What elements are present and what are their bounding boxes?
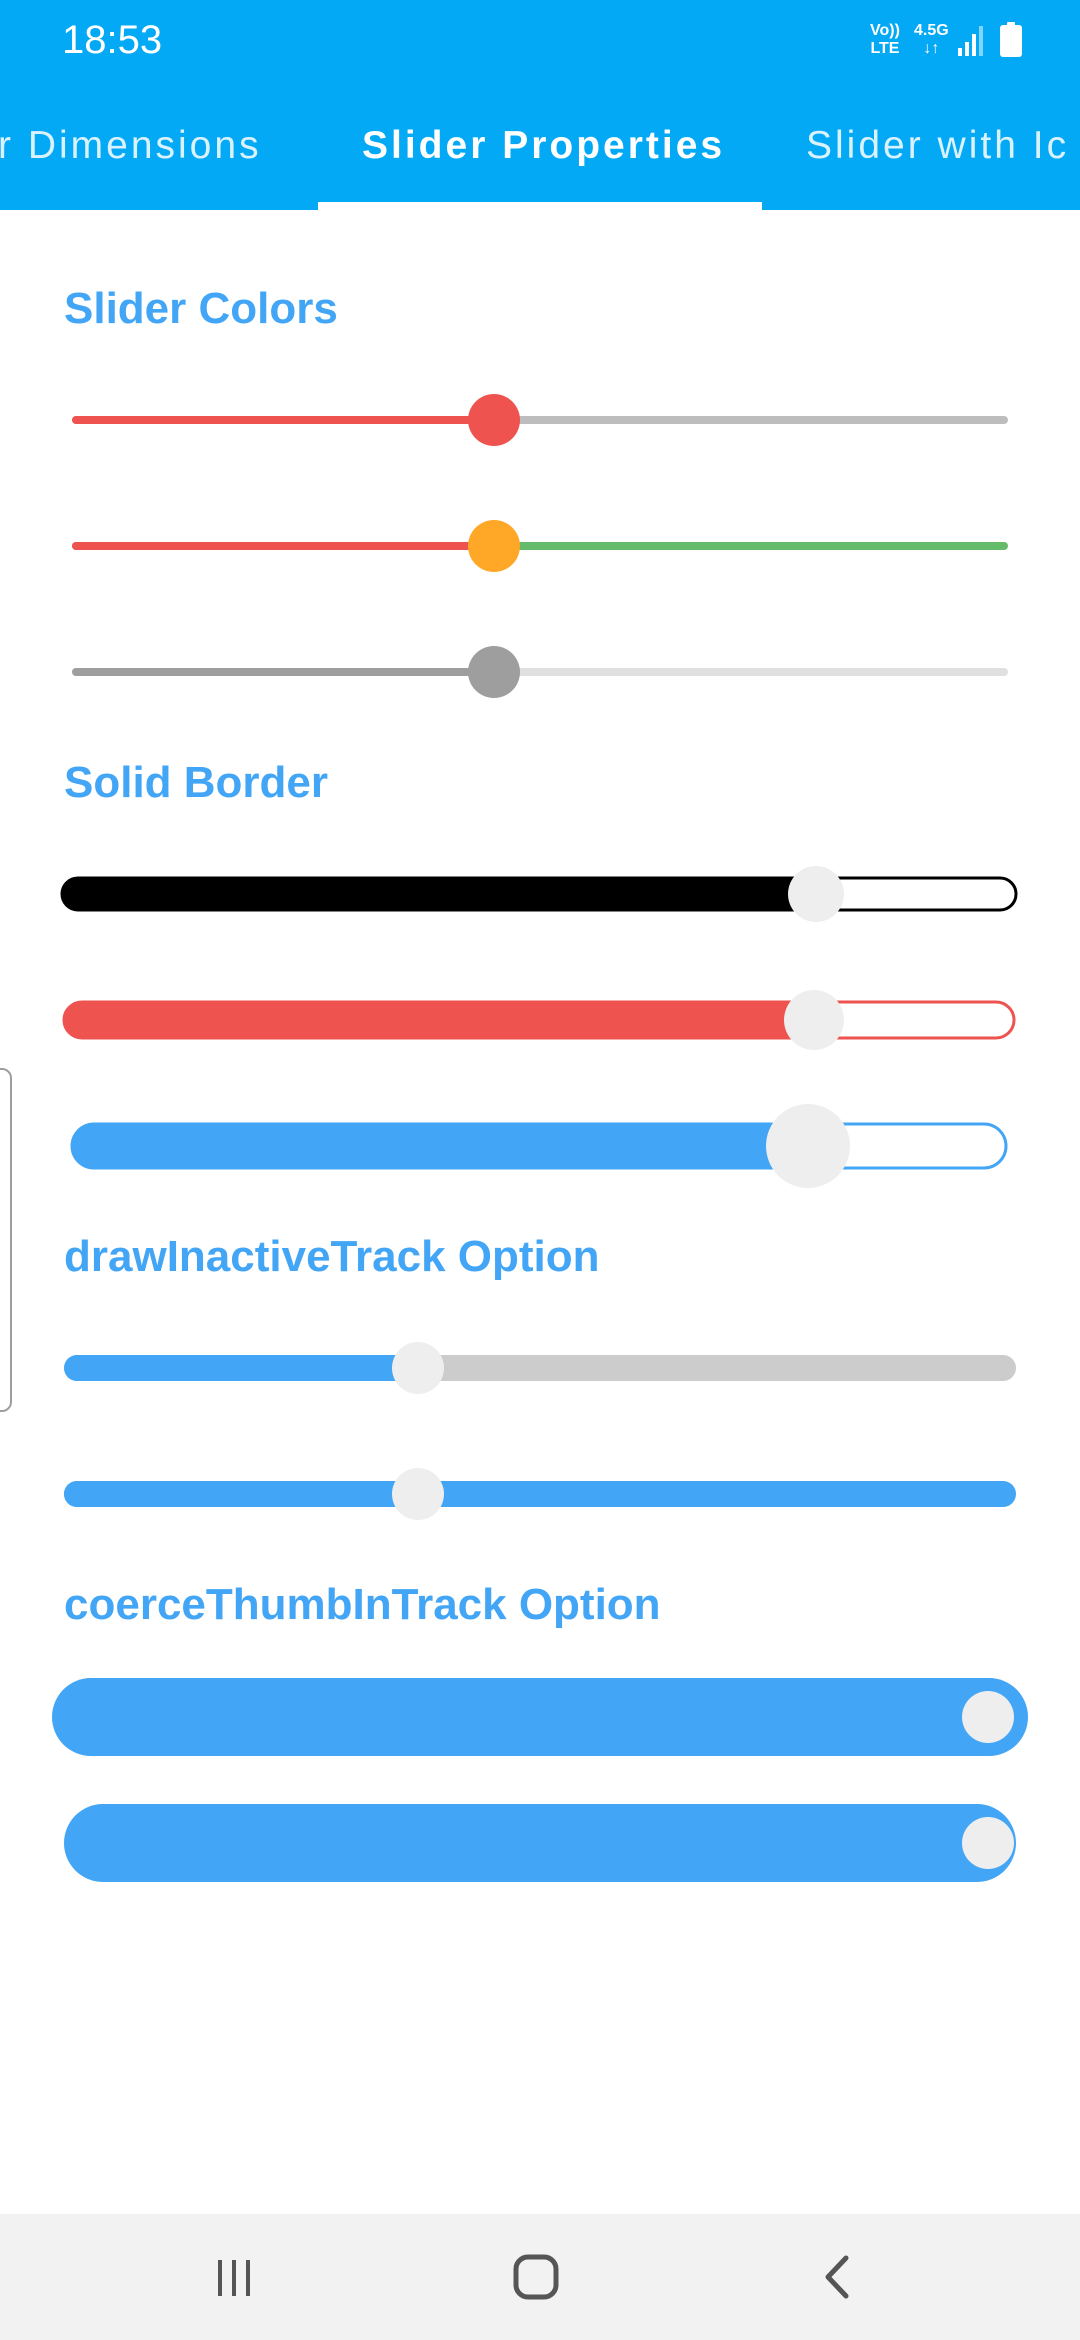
slider-thumb[interactable] — [784, 990, 844, 1050]
border-slider-red[interactable] — [0, 980, 1080, 1060]
coerce-thumb-slider-2[interactable] — [0, 1798, 1080, 1888]
inactive-track-slider-hidden[interactable] — [0, 1454, 1080, 1534]
slider-thumb[interactable] — [468, 394, 520, 446]
slider-thumb[interactable] — [468, 520, 520, 572]
status-time: 18:53 — [62, 18, 163, 62]
tab-slider-with-icons[interactable]: Slider with Ic — [806, 124, 1069, 168]
color-slider-orange[interactable] — [0, 506, 1080, 586]
solid-border-title: Solid Border — [64, 758, 329, 807]
slider-active-track — [52, 1678, 1028, 1756]
slider-active-track — [64, 1804, 1016, 1882]
slider-active-track — [72, 1124, 812, 1168]
coerce-thumb-slider-1[interactable] — [0, 1672, 1080, 1762]
border-slider-blue[interactable] — [0, 1096, 1080, 1196]
slider-colors-title: Slider Colors — [64, 284, 338, 333]
slider-active-track — [64, 1355, 420, 1381]
edge-panel-handle[interactable] — [0, 1068, 12, 1412]
color-slider-red[interactable] — [0, 380, 1080, 460]
status-bar: 18:53 Vo)) LTE 4.5G ↓↑ — [0, 0, 1080, 80]
slider-thumb[interactable] — [392, 1468, 444, 1520]
home-icon[interactable] — [496, 2242, 576, 2312]
slider-active-track — [64, 1002, 820, 1038]
slider-thumb[interactable] — [962, 1691, 1014, 1743]
border-slider-black[interactable] — [0, 854, 1080, 934]
slider-thumb[interactable] — [788, 866, 844, 922]
navigation-bar — [0, 2214, 1080, 2340]
slider-active-track — [72, 668, 494, 676]
back-icon[interactable] — [798, 2242, 878, 2312]
data-arrows: ↓↑ — [923, 40, 940, 57]
slider-thumb[interactable] — [766, 1104, 850, 1188]
slider-active-track — [62, 878, 822, 910]
tab-slider-dimensions[interactable]: r Dimensions — [0, 124, 262, 168]
lte-label: LTE — [870, 40, 900, 57]
speed-label: 4.5G — [914, 22, 949, 39]
network-indicator: Vo)) LTE — [870, 22, 900, 58]
draw-inactive-track-title: drawInactiveTrack Option — [64, 1232, 600, 1281]
tab-indicator — [318, 202, 762, 210]
slider-active-track — [64, 1481, 420, 1507]
battery-icon — [1000, 22, 1022, 57]
color-slider-grey[interactable] — [0, 632, 1080, 712]
slider-thumb[interactable] — [468, 646, 520, 698]
speed-indicator: 4.5G ↓↑ — [914, 22, 949, 58]
volte-label: Vo)) — [870, 22, 900, 39]
status-icons — [950, 20, 1040, 65]
tab-slider-properties[interactable]: Slider Properties — [362, 124, 725, 168]
slider-thumb[interactable] — [392, 1342, 444, 1394]
inactive-track-slider-visible[interactable] — [0, 1328, 1080, 1408]
screen: 18:53 Vo)) LTE 4.5G ↓↑ r Dimensions Slid… — [0, 0, 1080, 2340]
recent-apps-icon[interactable] — [194, 2242, 274, 2312]
slider-active-track — [72, 416, 494, 424]
slider-thumb[interactable] — [962, 1817, 1014, 1869]
coerce-thumb-title: coerceThumbInTrack Option — [64, 1580, 661, 1629]
tab-bar: r Dimensions Slider Properties Slider wi… — [0, 80, 1080, 210]
signal-icon — [958, 26, 983, 56]
slider-active-track — [72, 542, 494, 550]
